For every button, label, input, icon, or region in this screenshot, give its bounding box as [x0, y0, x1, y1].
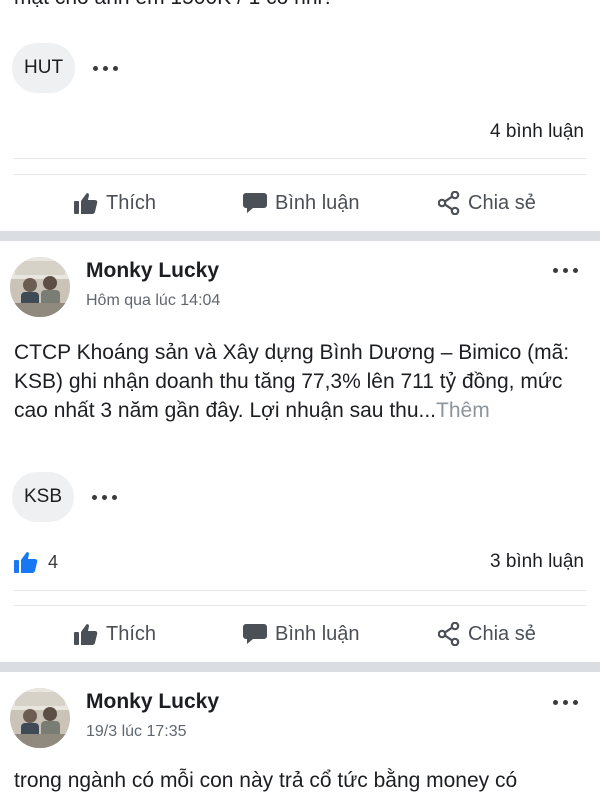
comment-count[interactable]: 4 bình luận [490, 121, 584, 143]
post-author[interactable]: Monky Lucky [86, 259, 219, 283]
post-author[interactable]: Monky Lucky [86, 690, 219, 714]
reaction-summary[interactable]: 4 [14, 551, 58, 573]
thumbs-up-icon [74, 624, 98, 645]
stats-row: 4 3 bình luận [14, 547, 584, 577]
post-separator [0, 662, 600, 672]
avatar-photo [10, 257, 70, 317]
avatar[interactable] [10, 257, 70, 317]
comment-label: Bình luận [275, 622, 360, 645]
post-body: CTCP Khoáng sản và Xây dựng Bình Dương –… [14, 338, 589, 425]
post-time[interactable]: 19/3 lúc 17:35 [86, 723, 187, 741]
comment-count[interactable]: 3 bình luận [490, 551, 584, 573]
like-button[interactable]: Thích [74, 192, 156, 215]
share-icon [438, 622, 460, 646]
stock-tag[interactable]: KSB [12, 472, 75, 522]
comment-label: Bình luận [275, 191, 360, 214]
post-time[interactable]: Hôm qua lúc 14:04 [86, 292, 220, 310]
see-more-link[interactable]: Thêm [436, 399, 490, 422]
avatar[interactable] [10, 688, 70, 748]
divider [14, 174, 586, 175]
avatar-photo [10, 688, 70, 748]
speech-bubble-icon [243, 193, 267, 213]
speech-bubble-icon [243, 624, 267, 644]
share-label: Chia sẻ [468, 622, 536, 645]
stats-row: 4 bình luận [14, 117, 584, 147]
tag-row: KSB [12, 472, 118, 522]
like-count: 4 [48, 551, 59, 572]
post-separator [0, 231, 600, 241]
divider [14, 605, 586, 606]
like-button[interactable]: Thích [74, 623, 156, 646]
divider [14, 590, 586, 591]
post-text-truncated: mặt cho anh em 1500K / 1 cổ nhỉ? [14, 0, 594, 12]
divider [14, 158, 586, 159]
comment-button[interactable]: Bình luận [243, 623, 360, 646]
share-button[interactable]: Chia sẻ [438, 622, 536, 646]
share-button[interactable]: Chia sẻ [438, 191, 536, 215]
action-bar: Thích Bình luận Chia sẻ [0, 180, 600, 226]
like-label: Thích [106, 622, 157, 645]
more-dots-icon[interactable] [553, 268, 578, 273]
share-label: Chia sẻ [468, 191, 536, 214]
post-text: trong ngành có mỗi con này trả cổ tức bằ… [14, 769, 518, 792]
stock-tag[interactable]: HUT [12, 43, 76, 93]
share-icon [438, 191, 460, 215]
like-label: Thích [106, 191, 157, 214]
more-dots-icon[interactable] [92, 494, 118, 500]
tag-row: HUT [12, 43, 119, 93]
comment-button[interactable]: Bình luận [243, 192, 360, 215]
action-bar: Thích Bình luận Chia sẻ [0, 611, 600, 657]
thumbs-up-icon [74, 193, 98, 214]
more-dots-icon[interactable] [553, 700, 578, 705]
more-dots-icon[interactable] [93, 65, 119, 71]
like-reaction-icon [14, 552, 38, 573]
